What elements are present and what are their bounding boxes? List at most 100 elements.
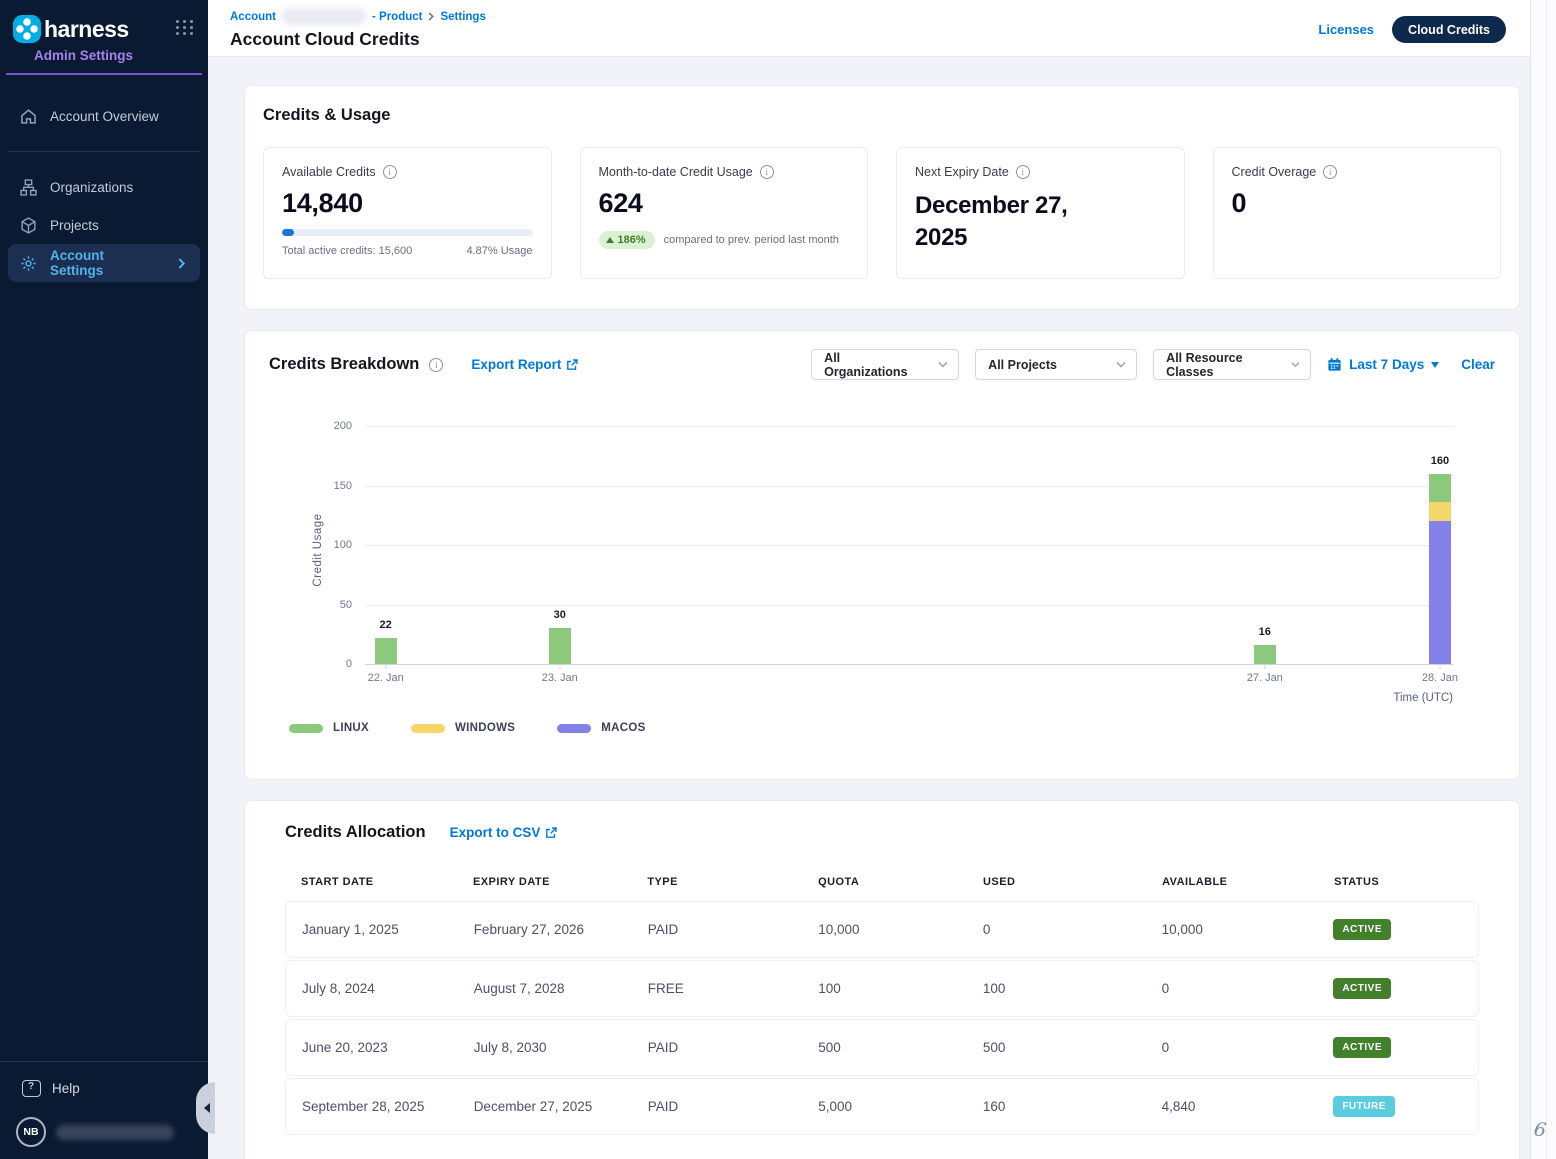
chevron-right-icon xyxy=(173,258,190,269)
table-row: January 1, 2025February 27, 2026PAID10,0… xyxy=(285,901,1479,958)
redacted-username xyxy=(56,1125,174,1140)
breadcrumb-account-link[interactable]: Account xyxy=(230,11,276,23)
sidebar-item-label: Account Overview xyxy=(50,109,159,124)
projects-filter[interactable]: All Projects xyxy=(975,349,1137,380)
chevron-down-icon xyxy=(1116,361,1126,368)
usage-pct-note: 4.87% Usage xyxy=(466,245,532,257)
x-tick-label: 22. Jan xyxy=(368,672,404,684)
cell-quota: 500 xyxy=(818,1040,983,1055)
cell-expiry: August 7, 2028 xyxy=(474,981,648,996)
organizations-filter[interactable]: All Organizations xyxy=(811,349,959,380)
home-icon xyxy=(20,108,37,125)
available-credits-card: Available Credits 14,840 Total active cr… xyxy=(263,147,552,279)
cloud-credits-button[interactable]: Cloud Credits xyxy=(1392,16,1506,43)
info-icon[interactable] xyxy=(1323,165,1337,179)
total-credits-note: Total active credits: 15,600 xyxy=(282,245,412,257)
sidebar-accent-divider xyxy=(6,73,202,75)
info-icon[interactable] xyxy=(429,358,443,372)
help-button[interactable]: Help xyxy=(0,1062,208,1111)
cell-start: June 20, 2023 xyxy=(302,1040,474,1055)
credits-breakdown-section: Credits Breakdown Export Report All Orga… xyxy=(244,330,1520,780)
chart-plot-area: 0501001502002222. Jan3023. Jan1627. Jan1… xyxy=(365,426,1453,664)
legend-item-macos: MACOS xyxy=(557,722,645,734)
legend-item-linux: LINUX xyxy=(289,722,369,734)
scrollbar[interactable] xyxy=(1530,0,1556,1159)
col-header: AVAILABLE xyxy=(1162,876,1334,888)
credits-allocation-section: Credits Allocation Export to CSV START D… xyxy=(244,800,1520,1159)
mtd-usage-card: Month-to-date Credit Usage 624 186% comp… xyxy=(580,147,869,279)
gear-icon xyxy=(20,255,37,272)
bar-28-jan: 160 xyxy=(1429,474,1451,664)
org-chart-icon xyxy=(20,179,37,196)
breadcrumb-product-link[interactable]: - Product xyxy=(372,11,422,23)
sidebar-item-label: Projects xyxy=(50,218,99,233)
y-tick-label: 100 xyxy=(334,539,352,551)
credit-overage-card: Credit Overage 0 xyxy=(1213,147,1502,279)
sidebar-item-projects[interactable]: Projects xyxy=(0,206,208,244)
bar-segment-linux xyxy=(375,638,397,664)
cell-used: 500 xyxy=(983,1040,1162,1055)
bar-total-label: 160 xyxy=(1431,455,1449,467)
col-header: START DATE xyxy=(301,876,473,888)
y-tick-label: 150 xyxy=(334,480,352,492)
section-title: Credits & Usage xyxy=(263,106,1501,125)
x-tick-label: 28. Jan xyxy=(1422,672,1458,684)
bar-segment-linux xyxy=(1429,474,1451,503)
app-grid-icon[interactable] xyxy=(176,20,194,35)
external-link-icon xyxy=(566,359,578,371)
delta-up-badge: 186% xyxy=(599,231,655,249)
export-report-link[interactable]: Export Report xyxy=(471,357,578,372)
resource-classes-filter[interactable]: All Resource Classes xyxy=(1153,349,1311,380)
gridline xyxy=(365,664,1453,665)
avatar[interactable]: NB xyxy=(16,1117,46,1147)
bar-23-jan: 30 xyxy=(549,628,571,664)
card-label: Credit Overage xyxy=(1232,165,1317,179)
cell-type: FREE xyxy=(648,981,819,996)
usage-progress-fill xyxy=(282,229,294,236)
sidebar-footer: Help NB xyxy=(0,1061,208,1159)
cell-available: 0 xyxy=(1162,981,1334,996)
module-subtitle: Admin Settings xyxy=(34,48,208,63)
bar-segment-windows xyxy=(1429,502,1451,521)
delta-note: compared to prev. period last month xyxy=(664,234,839,246)
cell-quota: 10,000 xyxy=(818,922,983,937)
x-tick-mark xyxy=(385,664,386,669)
sidebar-collapse-handle[interactable] xyxy=(196,1082,215,1134)
col-header: TYPE xyxy=(647,876,818,888)
main-area: Account - Product Settings Account Cloud… xyxy=(208,0,1556,1159)
cell-expiry: December 27, 2025 xyxy=(474,1099,648,1114)
gridline xyxy=(365,605,1453,606)
legend-label: LINUX xyxy=(333,722,369,734)
x-tick-mark xyxy=(559,664,560,669)
bar-segment-linux xyxy=(1254,645,1276,664)
date-range-filter[interactable]: Last 7 Days xyxy=(1327,357,1439,372)
bar-segment-linux xyxy=(549,628,571,664)
sidebar-item-account-overview[interactable]: Account Overview xyxy=(0,97,208,135)
table-row: July 8, 2024August 7, 2028FREE1001000ACT… xyxy=(285,960,1479,1017)
clear-filters-link[interactable]: Clear xyxy=(1461,357,1495,372)
sidebar-divider xyxy=(8,151,200,152)
cell-start: January 1, 2025 xyxy=(302,922,474,937)
sidebar-item-account-settings[interactable]: Account Settings xyxy=(8,244,200,282)
bar-total-label: 22 xyxy=(380,619,392,631)
legend-label: WINDOWS xyxy=(455,722,515,734)
status-badge: ACTIVE xyxy=(1333,919,1391,940)
info-icon[interactable] xyxy=(383,165,397,179)
card-label: Next Expiry Date xyxy=(915,165,1009,179)
info-icon[interactable] xyxy=(760,165,774,179)
breadcrumb-settings-link[interactable]: Settings xyxy=(440,11,485,23)
info-icon[interactable] xyxy=(1016,165,1030,179)
bar-22-jan: 22 xyxy=(375,638,397,664)
y-axis-label: Credit Usage xyxy=(312,505,324,595)
table-header-row: START DATE EXPIRY DATE TYPE QUOTA USED A… xyxy=(285,876,1479,901)
card-label: Available Credits xyxy=(282,165,376,179)
usage-progress-bar xyxy=(282,229,533,236)
harness-logo-icon[interactable] xyxy=(12,14,42,44)
export-csv-link[interactable]: Export to CSV xyxy=(450,825,558,840)
credit-overage-value: 0 xyxy=(1232,188,1483,219)
licenses-link[interactable]: Licenses xyxy=(1318,22,1374,37)
next-expiry-card: Next Expiry Date December 27, 2025 xyxy=(896,147,1185,279)
chevron-down-icon xyxy=(938,361,948,368)
x-axis-label: Time (UTC) xyxy=(1393,692,1453,704)
sidebar-item-organizations[interactable]: Organizations xyxy=(0,168,208,206)
